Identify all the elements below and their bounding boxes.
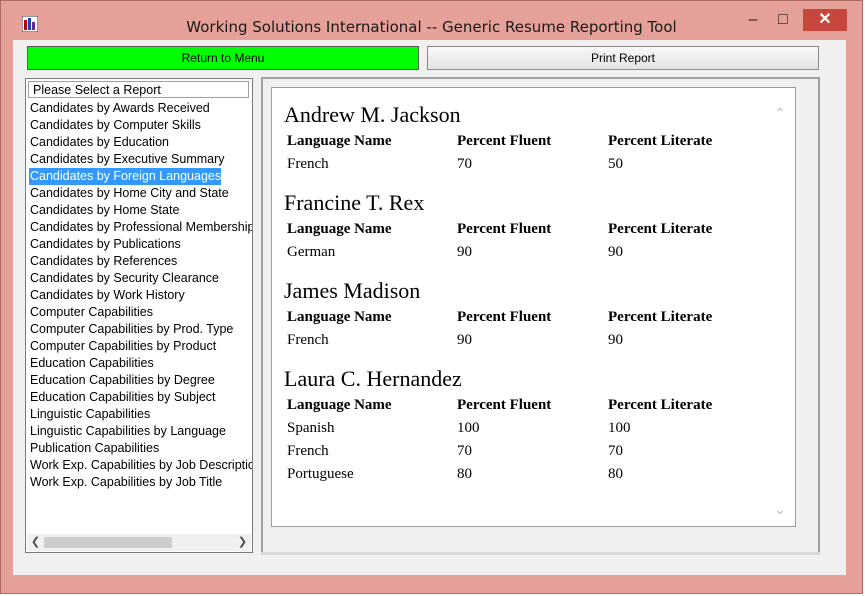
column-header: Percent Fluent (457, 309, 552, 325)
close-button[interactable]: ✕ (803, 9, 847, 31)
candidate-block: Andrew M. Jackson Language Name Percent Fl… (284, 100, 754, 176)
table-cell: 90 (608, 332, 623, 348)
report-content: Andrew M. Jackson Language Name Percent Fl… (284, 100, 754, 498)
candidate-name: Laura C. Hernandez (284, 366, 462, 391)
table-cell: 70 (457, 443, 472, 459)
report-listbox[interactable]: Please Select a Report Candidates by Awa… (25, 78, 253, 553)
column-header: Percent Fluent (457, 221, 552, 237)
candidate-block: Francine T. Rex Language Name Percent Flue… (284, 188, 754, 264)
column-header-row: Language Name Percent Fluent Percent Liter… (284, 218, 754, 241)
list-header: Please Select a Report (28, 81, 249, 98)
horizontal-scrollbar[interactable]: ❮ ❯ (27, 534, 251, 551)
report-list-item[interactable]: Work Exp. Capabilities by Job Descriptio… (29, 457, 252, 474)
report-list-item[interactable]: Education Capabilities by Subject (29, 389, 216, 406)
candidate-block: James Madison Language Name Percent Fluent… (284, 276, 754, 352)
column-header-row: Language Name Percent Fluent Percent Liter… (284, 394, 754, 417)
scroll-down-icon[interactable]: ⌄ (773, 502, 787, 516)
table-cell: 100 (457, 420, 480, 436)
column-header: Percent Literate (608, 309, 713, 325)
column-header-row: Language Name Percent Fluent Percent Liter… (284, 306, 754, 329)
column-header: Language Name (287, 133, 392, 149)
report-list-item[interactable]: Computer Capabilities by Product (29, 338, 216, 355)
column-header: Language Name (287, 309, 392, 325)
report-list-item[interactable]: Computer Capabilities (29, 304, 153, 321)
report-list-item[interactable]: Candidates by Publications (29, 236, 181, 253)
table-cell: 50 (608, 156, 623, 172)
column-header: Percent Fluent (457, 133, 552, 149)
report-list-item[interactable]: Linguistic Capabilities (29, 406, 150, 423)
report-list-item[interactable]: Candidates by Foreign Languages (29, 168, 222, 185)
table-cell: 80 (608, 466, 623, 482)
report-list-item[interactable]: Candidates by Home City and State (29, 185, 229, 202)
return-to-menu-button[interactable]: Return to Menu (27, 46, 419, 70)
report-list-item[interactable]: Candidates by Executive Summary (29, 151, 225, 168)
report-viewer[interactable]: Andrew M. Jackson Language Name Percent Fl… (271, 87, 796, 527)
table-cell: 70 (457, 156, 472, 172)
scrollbar-thumb[interactable] (44, 537, 172, 548)
report-list-item[interactable]: Candidates by Work History (29, 287, 185, 304)
report-list-item[interactable]: Candidates by Education (29, 134, 169, 151)
column-header: Language Name (287, 397, 392, 413)
title-bar[interactable]: Working Solutions International -- Gener… (1, 1, 862, 39)
table-cell: French (287, 443, 329, 459)
candidate-name: Francine T. Rex (284, 190, 425, 215)
report-list-item[interactable]: Linguistic Capabilities by Language (29, 423, 226, 440)
column-header: Percent Fluent (457, 397, 552, 413)
maximize-button[interactable]: □ (771, 9, 795, 31)
candidate-name: Andrew M. Jackson (284, 102, 461, 127)
report-list: Candidates by Awards Received Candidates … (29, 100, 252, 491)
table-row: German 90 90 (284, 241, 754, 264)
table-row: French 70 50 (284, 153, 754, 176)
print-report-button[interactable]: Print Report (427, 46, 819, 70)
report-list-item[interactable]: Education Capabilities by Degree (29, 372, 215, 389)
table-cell: 70 (608, 443, 623, 459)
report-frame: Andrew M. Jackson Language Name Percent Fl… (261, 77, 820, 555)
table-cell: Portuguese (287, 466, 354, 482)
window-title: Working Solutions International -- Gener… (186, 18, 677, 36)
column-header: Percent Literate (608, 221, 713, 237)
report-list-item[interactable]: Publication Capabilities (29, 440, 159, 457)
table-cell: French (287, 332, 329, 348)
column-header: Language Name (287, 221, 392, 237)
column-header: Percent Literate (608, 133, 713, 149)
table-row: Spanish 100 100 (284, 417, 754, 440)
scroll-right-icon[interactable]: ❯ (234, 534, 251, 551)
status-strip (261, 552, 820, 555)
table-cell: 90 (608, 244, 623, 260)
report-list-item[interactable]: Candidates by Home State (29, 202, 179, 219)
table-cell: 90 (457, 332, 472, 348)
table-cell: German (287, 244, 336, 260)
table-cell: French (287, 156, 329, 172)
app-window: Working Solutions International -- Gener… (0, 0, 863, 594)
table-cell: 100 (608, 420, 631, 436)
column-header: Percent Literate (608, 397, 713, 413)
scroll-left-icon[interactable]: ❮ (27, 534, 44, 551)
table-cell: 80 (457, 466, 472, 482)
candidate-name: James Madison (284, 278, 421, 303)
report-list-item[interactable]: Candidates by Security Clearance (29, 270, 219, 287)
report-list-item[interactable]: Candidates by Professional Membership (29, 219, 252, 236)
table-cell: Spanish (287, 420, 335, 436)
report-list-item[interactable]: Education Capabilities (29, 355, 154, 372)
table-row: French 90 90 (284, 329, 754, 352)
client-area: Return to Menu Print Report Please Selec… (13, 40, 846, 575)
table-cell: 90 (457, 244, 472, 260)
scroll-up-icon[interactable]: ⌃ (773, 106, 787, 120)
minimize-button[interactable]: – (741, 9, 765, 31)
candidate-block: Laura C. Hernandez Language Name Percent F… (284, 364, 754, 486)
table-row: French 70 70 (284, 440, 754, 463)
report-list-item[interactable]: Candidates by Computer Skills (29, 117, 201, 134)
report-list-item[interactable]: Work Exp. Capabilities by Job Title (29, 474, 222, 491)
report-list-item[interactable]: Computer Capabilities by Prod. Type (29, 321, 233, 338)
report-list-item[interactable]: Candidates by References (29, 253, 177, 270)
column-header-row: Language Name Percent Fluent Percent Liter… (284, 130, 754, 153)
table-row: Portuguese 80 80 (284, 463, 754, 486)
report-list-item[interactable]: Candidates by Awards Received (29, 100, 210, 117)
